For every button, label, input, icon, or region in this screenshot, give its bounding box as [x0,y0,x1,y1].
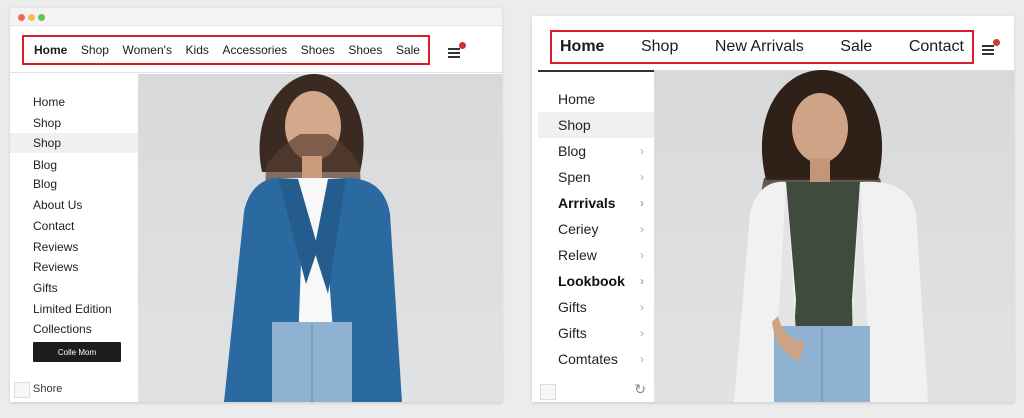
sidebar-item-label: Contact [33,219,75,233]
left-browser-window: Home Shop Women's Kids Accessories Shoes… [10,8,502,402]
sidebar-item-blog[interactable]: Blog [10,155,138,175]
sidebar-item-label: Comtates [558,351,618,367]
image-placeholder-icon [14,382,30,398]
nav-shoes[interactable]: Shoes [301,43,335,57]
notification-dot-icon [993,39,1000,46]
sidebar-item-label: Reviews [33,260,79,274]
chevron-right-icon: › [640,144,644,158]
sidebar-item-label: Home [33,95,66,109]
chevron-right-icon: › [640,352,644,366]
sidebar-item-gifts[interactable]: Gifts › [538,294,654,320]
maximize-dot-icon[interactable] [38,14,45,21]
sidebar-item-label: Blog [33,158,58,172]
refresh-icon[interactable]: ↻ [634,381,646,398]
sidebar-item-about-us[interactable]: About Us [10,195,138,215]
sidebar-item-shop[interactable]: Shop [10,113,138,133]
chevron-right-icon: › [640,222,644,236]
footer-label[interactable]: Shore [33,383,62,395]
model-blue-jacket-image [224,74,402,402]
chevron-right-icon: › [640,326,644,340]
sidebar-item-home[interactable]: Home [10,92,138,112]
sidebar-item-lookbook[interactable]: Lookbook › [538,268,654,294]
nav-sale[interactable]: Sale [396,43,420,57]
sidebar-item-arrivals[interactable]: Arrrivals › [538,190,654,216]
sidebar-item-label: Limited Edition [33,302,112,316]
sidebar-item-limited-edition[interactable]: Limited Edition [10,299,138,319]
sidebar-item-blog[interactable]: Blog › [538,138,654,164]
header-divider [10,72,502,73]
sidebar-item-label: Gifts [558,299,587,315]
sidebar-item-label: Arrrivals [558,195,616,211]
sidebar-item-ceriey[interactable]: Ceriey › [538,216,654,242]
sidebar-item-reviews-2[interactable]: Reviews [10,257,138,277]
chevron-right-icon: › [640,196,644,210]
sidebar-item-label: Shop [33,136,62,150]
sidebar-item-collections[interactable]: Collections [10,319,138,339]
hero-image [654,70,1014,402]
sidebar-item-label: Relew [558,247,597,263]
sidebar-item-label: Collections [33,322,92,336]
sidebar-menu: Home Shop Shop Blog Blog About Us Contac… [10,74,138,402]
sidebar-item-label: Reviews [33,240,79,254]
hamburger-icon[interactable] [982,39,1000,58]
sidebar-item-label: Blog [33,177,58,191]
top-navigation: Home Shop New Arrivals Sale Contact [550,30,974,64]
chevron-right-icon: › [640,274,644,288]
right-browser-window: Home Shop New Arrivals Sale Contact Home… [532,16,1014,402]
nav-contact[interactable]: Contact [909,38,964,56]
hero-image [138,74,502,402]
sidebar-item-label: Lookbook [558,273,625,289]
sidebar-item-label: Gifts [558,325,587,341]
nav-womens[interactable]: Women's [123,43,172,57]
sidebar-item-label: Blog [558,143,587,159]
sidebar-item-label: Gifts [33,281,58,295]
sidebar-item-label: Shop [33,116,62,130]
sidebar-item-label: About Us [33,198,83,212]
nav-shoes-2[interactable]: Shoes [348,43,382,57]
sidebar-item-relew[interactable]: Relew › [538,242,654,268]
chevron-right-icon: › [640,248,644,262]
image-placeholder-icon [540,384,556,400]
chevron-right-icon: › [640,170,644,184]
nav-home[interactable]: Home [34,43,67,57]
sidebar-item-comtates[interactable]: Comtates › [538,346,654,372]
nav-kids[interactable]: Kids [186,43,209,57]
notification-dot-icon [459,42,466,49]
window-chrome [10,8,502,26]
nav-home[interactable]: Home [560,38,604,56]
minimize-dot-icon[interactable] [28,14,35,21]
sidebar-item-home[interactable]: Home [538,86,654,112]
chevron-right-icon: › [640,300,644,314]
nav-sale[interactable]: Sale [840,38,872,56]
model-white-jacket-image [734,70,928,402]
nav-shop[interactable]: Shop [81,43,109,57]
sidebar-item-label: Spen [558,169,591,185]
sidebar-item-shop[interactable]: Shop [538,112,654,138]
nav-accessories[interactable]: Accessories [222,43,287,57]
top-navigation: Home Shop Women's Kids Accessories Shoes… [22,35,430,65]
sidebar-item-label: Home [558,91,596,107]
close-dot-icon[interactable] [18,14,25,21]
sidebar-item-spen[interactable]: Spen › [538,164,654,190]
sidebar-item-reviews[interactable]: Reviews [10,237,138,257]
sidebar-item-label: Shop [558,117,591,133]
sidebar-item-blog-2[interactable]: Blog [10,174,138,194]
sidebar-item-contact[interactable]: Contact [10,216,138,236]
sidebar-item-shop-active[interactable]: Shop [10,133,138,153]
sidebar-item-label: Ceriey [558,221,599,237]
nav-new-arrivals[interactable]: New Arrivals [715,38,804,56]
nav-shop[interactable]: Shop [641,38,678,56]
collection-button[interactable]: Colle Mom [33,342,121,362]
sidebar-item-gifts-2[interactable]: Gifts › [538,320,654,346]
hamburger-icon[interactable] [448,42,466,61]
sidebar-menu: Home Shop Blog › Spen › Arrrivals › Ceriey ›… [538,70,654,402]
sidebar-item-gifts[interactable]: Gifts [10,278,138,298]
